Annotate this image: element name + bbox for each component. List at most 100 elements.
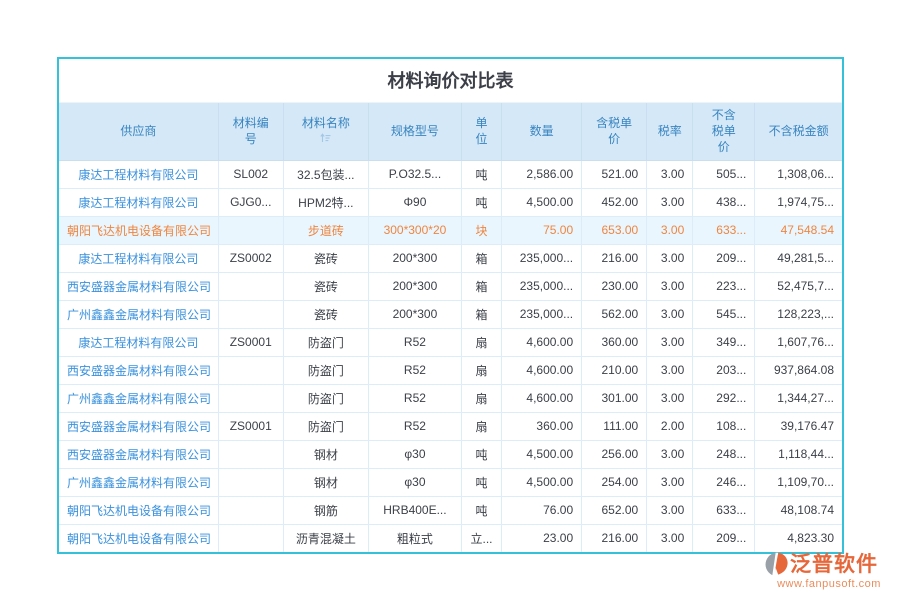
cell-code bbox=[218, 356, 283, 384]
cell-tax-rate: 3.00 bbox=[647, 272, 693, 300]
cell-amount-no-tax: 128,223,... bbox=[755, 300, 842, 328]
table-row[interactable]: 西安盛器金属材料有限公司瓷砖200*300箱235,000...230.003.… bbox=[59, 272, 842, 300]
cell-supplier: 康达工程材料有限公司 bbox=[59, 328, 218, 356]
cell-qty: 4,600.00 bbox=[502, 328, 582, 356]
cell-price-tax: 653.00 bbox=[582, 216, 647, 244]
cell-qty: 75.00 bbox=[502, 216, 582, 244]
cell-name: 步道砖 bbox=[283, 216, 368, 244]
cell-spec: HRB400E... bbox=[368, 496, 461, 524]
column-header-amount-without-tax: 不含税金额 bbox=[755, 103, 842, 160]
cell-amount-no-tax: 49,281,5... bbox=[755, 244, 842, 272]
table-header: 供应商 材料编号 材料名称 规格型号 bbox=[59, 103, 842, 160]
page: 材料询价对比表 供应商 材料编号 材料名称 bbox=[0, 0, 900, 600]
cell-unit: 扇 bbox=[461, 384, 501, 412]
cell-amount-no-tax: 4,823.30 bbox=[755, 524, 842, 552]
vendor-logo[interactable]: 泛普软件 www.fanpusoft.com bbox=[763, 551, 895, 590]
cell-price-no-tax: 108... bbox=[693, 412, 755, 440]
cell-price-no-tax: 209... bbox=[693, 244, 755, 272]
supplier-link[interactable]: 西安盛器金属材料有限公司 bbox=[67, 364, 211, 378]
cell-price-no-tax: 209... bbox=[693, 524, 755, 552]
table-row[interactable]: 朝阳飞达机电设备有限公司钢筋HRB400E...吨76.00652.003.00… bbox=[59, 496, 842, 524]
cell-spec: φ30 bbox=[368, 468, 461, 496]
brand-website: www.fanpusoft.com bbox=[763, 578, 895, 590]
cell-spec: R52 bbox=[368, 412, 461, 440]
supplier-link[interactable]: 朝阳飞达机电设备有限公司 bbox=[67, 504, 211, 518]
supplier-link[interactable]: 康达工程材料有限公司 bbox=[78, 336, 198, 350]
cell-spec: R52 bbox=[368, 384, 461, 412]
table-row[interactable]: 朝阳飞达机电设备有限公司步道砖300*300*20块75.00653.003.0… bbox=[59, 216, 842, 244]
cell-name: HPM2特... bbox=[283, 188, 368, 216]
cell-price-tax: 452.00 bbox=[582, 188, 647, 216]
cell-name: 瓷砖 bbox=[283, 244, 368, 272]
cell-supplier: 朝阳飞达机电设备有限公司 bbox=[59, 496, 218, 524]
table-row[interactable]: 康达工程材料有限公司ZS0001防盗门R52扇4,600.00360.003.0… bbox=[59, 328, 842, 356]
cell-tax-rate: 2.00 bbox=[647, 412, 693, 440]
cell-name: 瓷砖 bbox=[283, 272, 368, 300]
cell-code: ZS0002 bbox=[218, 244, 283, 272]
supplier-link[interactable]: 朝阳飞达机电设备有限公司 bbox=[67, 224, 211, 238]
cell-qty: 360.00 bbox=[502, 412, 582, 440]
cell-qty: 4,500.00 bbox=[502, 440, 582, 468]
supplier-link[interactable]: 西安盛器金属材料有限公司 bbox=[67, 448, 211, 462]
supplier-link[interactable]: 广州鑫鑫金属材料有限公司 bbox=[67, 476, 211, 490]
supplier-link[interactable]: 朝阳飞达机电设备有限公司 bbox=[67, 532, 211, 546]
table-row[interactable]: 广州鑫鑫金属材料有限公司瓷砖200*300箱235,000...562.003.… bbox=[59, 300, 842, 328]
cell-price-no-tax: 223... bbox=[693, 272, 755, 300]
cell-code: ZS0001 bbox=[218, 412, 283, 440]
table-row[interactable]: 西安盛器金属材料有限公司防盗门R52扇4,600.00210.003.00203… bbox=[59, 356, 842, 384]
comparison-table: 供应商 材料编号 材料名称 规格型号 bbox=[59, 103, 842, 552]
table-row[interactable]: 广州鑫鑫金属材料有限公司钢材φ30吨4,500.00254.003.00246.… bbox=[59, 468, 842, 496]
cell-price-tax: 256.00 bbox=[582, 440, 647, 468]
cell-tax-rate: 3.00 bbox=[647, 244, 693, 272]
column-header-price-with-tax: 含税单价 bbox=[582, 103, 647, 160]
cell-code bbox=[218, 300, 283, 328]
table-row[interactable]: 朝阳飞达机电设备有限公司沥青混凝土粗粒式立...23.00216.003.002… bbox=[59, 524, 842, 552]
cell-name: 沥青混凝土 bbox=[283, 524, 368, 552]
cell-spec: 300*300*20 bbox=[368, 216, 461, 244]
cell-spec: φ30 bbox=[368, 440, 461, 468]
supplier-link[interactable]: 西安盛器金属材料有限公司 bbox=[67, 420, 211, 434]
material-inquiry-comparison-table: 材料询价对比表 供应商 材料编号 材料名称 bbox=[57, 57, 844, 554]
cell-price-no-tax: 203... bbox=[693, 356, 755, 384]
cell-name: 钢筋 bbox=[283, 496, 368, 524]
cell-supplier: 广州鑫鑫金属材料有限公司 bbox=[59, 468, 218, 496]
cell-amount-no-tax: 47,548.54 bbox=[755, 216, 842, 244]
supplier-link[interactable]: 广州鑫鑫金属材料有限公司 bbox=[67, 308, 211, 322]
table-row[interactable]: 康达工程材料有限公司SL00232.5包装...P.O32.5...吨2,586… bbox=[59, 160, 842, 188]
cell-qty: 235,000... bbox=[502, 272, 582, 300]
cell-price-tax: 216.00 bbox=[582, 244, 647, 272]
cell-price-tax: 210.00 bbox=[582, 356, 647, 384]
supplier-link[interactable]: 康达工程材料有限公司 bbox=[78, 252, 198, 266]
cell-spec: R52 bbox=[368, 356, 461, 384]
cell-tax-rate: 3.00 bbox=[647, 300, 693, 328]
table-row[interactable]: 西安盛器金属材料有限公司钢材φ30吨4,500.00256.003.00248.… bbox=[59, 440, 842, 468]
table-row[interactable]: 康达工程材料有限公司GJG0...HPM2特...Φ90吨4,500.00452… bbox=[59, 188, 842, 216]
column-header-unit: 单位 bbox=[461, 103, 501, 160]
cell-name: 防盗门 bbox=[283, 384, 368, 412]
table-row[interactable]: 广州鑫鑫金属材料有限公司防盗门R52扇4,600.00301.003.00292… bbox=[59, 384, 842, 412]
supplier-link[interactable]: 广州鑫鑫金属材料有限公司 bbox=[67, 392, 211, 406]
fanpu-logo-icon bbox=[763, 551, 790, 578]
cell-supplier: 广州鑫鑫金属材料有限公司 bbox=[59, 300, 218, 328]
column-header-supplier: 供应商 bbox=[59, 103, 218, 160]
table-row[interactable]: 康达工程材料有限公司ZS0002瓷砖200*300箱235,000...216.… bbox=[59, 244, 842, 272]
cell-code: GJG0... bbox=[218, 188, 283, 216]
cell-tax-rate: 3.00 bbox=[647, 216, 693, 244]
column-header-tax-rate: 税率 bbox=[647, 103, 693, 160]
cell-supplier: 广州鑫鑫金属材料有限公司 bbox=[59, 384, 218, 412]
supplier-link[interactable]: 康达工程材料有限公司 bbox=[78, 168, 198, 182]
cell-amount-no-tax: 1,607,76... bbox=[755, 328, 842, 356]
sort-asc-icon[interactable] bbox=[320, 133, 331, 143]
cell-qty: 235,000... bbox=[502, 244, 582, 272]
cell-amount-no-tax: 1,974,75... bbox=[755, 188, 842, 216]
cell-supplier: 西安盛器金属材料有限公司 bbox=[59, 356, 218, 384]
cell-tax-rate: 3.00 bbox=[647, 384, 693, 412]
supplier-link[interactable]: 西安盛器金属材料有限公司 bbox=[67, 280, 211, 294]
cell-price-no-tax: 246... bbox=[693, 468, 755, 496]
cell-unit: 吨 bbox=[461, 188, 501, 216]
column-header-spec-model: 规格型号 bbox=[368, 103, 461, 160]
supplier-link[interactable]: 康达工程材料有限公司 bbox=[78, 196, 198, 210]
column-header-material-name[interactable]: 材料名称 bbox=[283, 103, 368, 160]
cell-price-no-tax: 438... bbox=[693, 188, 755, 216]
table-row[interactable]: 西安盛器金属材料有限公司ZS0001防盗门R52扇360.00111.002.0… bbox=[59, 412, 842, 440]
